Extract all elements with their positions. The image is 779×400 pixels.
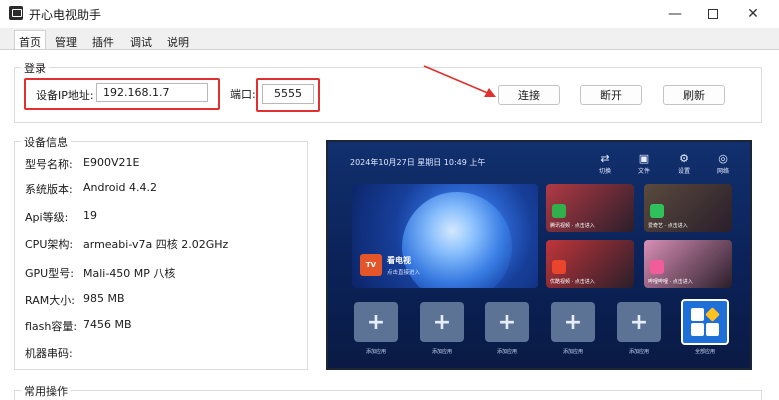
tv-network-item[interactable]: ◎ 网络: [708, 152, 738, 176]
ram-label: RAM大小:: [25, 294, 75, 307]
add-app-button[interactable]: +: [485, 302, 529, 342]
cpu-value: armeabi-v7a 四核 2.02GHz: [83, 238, 229, 251]
port-label: 端口:: [230, 88, 256, 101]
tv-switch-label: 切换: [598, 168, 611, 175]
tv-switch-item[interactable]: ⇄ 切换: [590, 152, 620, 176]
device-info-title: 设备信息: [21, 134, 71, 150]
add-app-caption: 添加应用: [496, 349, 517, 355]
cpu-label: CPU架构:: [25, 238, 74, 251]
device-info-group: [14, 141, 308, 370]
settings-icon: ⚙: [679, 152, 689, 165]
grid-cell: [691, 323, 704, 336]
tv-live-banner[interactable]: TV 看电视 点击直接进入: [352, 184, 538, 288]
gpu-label: GPU型号:: [25, 267, 74, 280]
os-version-value: Android 4.4.2: [83, 181, 158, 194]
tab-home[interactable]: 首页: [14, 30, 46, 51]
model-label: 型号名称:: [25, 158, 73, 171]
tv-app-subtitle: 点击直接进入: [387, 270, 421, 276]
red-arrow-annotation: [423, 65, 496, 97]
flash-label: flash容量:: [25, 320, 78, 333]
add-app-button[interactable]: +: [354, 302, 398, 342]
ram-value: 985 MB: [83, 292, 125, 305]
add-app-caption: 添加应用: [562, 349, 583, 355]
grid-cell: [706, 323, 719, 336]
tv-files-item[interactable]: ▣ 文件: [629, 152, 659, 176]
tab-bar: 首页 管理 插件 调试 说明: [0, 28, 779, 51]
connect-button[interactable]: 连接: [498, 85, 560, 105]
tv-network-label: 网络: [716, 168, 729, 175]
close-button[interactable]: ✕: [730, 0, 776, 28]
common-ops-group: [14, 390, 762, 400]
tile-caption: 爱奇艺 · 点击进入: [648, 223, 688, 229]
window-title: 开心电视助手: [29, 8, 102, 22]
tv-app-icon: [9, 6, 23, 20]
tv-app-tile[interactable]: 爱奇艺 · 点击进入: [644, 184, 732, 232]
maximize-icon: [708, 9, 718, 19]
common-ops-title: 常用操作: [21, 383, 71, 399]
tv-icon: [650, 260, 664, 274]
disconnect-button[interactable]: 断开: [580, 85, 642, 105]
tv-app-tile[interactable]: 腾讯视频 · 点击进入: [546, 184, 634, 232]
model-value: E900V21E: [83, 156, 140, 169]
swap-icon: ⇄: [600, 152, 610, 165]
tv-screen-mirror[interactable]: 2024年10月27日 星期日 10:49 上午 ⇄ 切换 ▣ 文件 ⚙ 设置 …: [326, 140, 752, 370]
tv-app-tile[interactable]: 哔哩哔哩 · 点击进入: [644, 240, 732, 288]
tv-settings-label: 设置: [677, 168, 690, 175]
add-app-caption: 添加应用: [628, 349, 649, 355]
tab-debug[interactable]: 调试: [126, 32, 156, 50]
tile-caption: 哔哩哔哩 · 点击进入: [648, 279, 693, 285]
tab-plugins[interactable]: 插件: [88, 32, 118, 50]
tv-app-icon: TV: [360, 254, 382, 276]
port-input[interactable]: 5555: [262, 84, 314, 104]
grid-cell: [691, 308, 704, 321]
title-bar: 开心电视助手 — ✕: [0, 0, 779, 28]
os-version-label: 系统版本:: [25, 183, 73, 196]
flash-value: 7456 MB: [83, 318, 132, 331]
tv-datetime: 2024年10月27日 星期日 10:49 上午: [350, 158, 486, 167]
add-app-button[interactable]: +: [551, 302, 595, 342]
all-apps-button[interactable]: [681, 299, 729, 345]
tv-app-tile[interactable]: 优酷视频 · 点击进入: [546, 240, 634, 288]
folder-icon: ▣: [638, 152, 650, 165]
tile-caption: 腾讯视频 · 点击进入: [550, 223, 595, 229]
add-app-button[interactable]: +: [617, 302, 661, 342]
play-icon: [552, 204, 566, 218]
tv-files-label: 文件: [637, 168, 650, 175]
play-icon: [552, 260, 566, 274]
add-app-button[interactable]: +: [420, 302, 464, 342]
refresh-button[interactable]: 刷新: [663, 85, 725, 105]
gpu-value: Mali-450 MP 八核: [83, 267, 176, 280]
add-app-caption: 添加应用: [431, 349, 452, 355]
ip-label: 设备IP地址:: [36, 89, 94, 102]
tab-help[interactable]: 说明: [163, 32, 193, 50]
ip-input[interactable]: 192.168.1.7: [96, 83, 208, 102]
serial-label: 机器串码:: [25, 347, 73, 360]
api-level-label: Api等级:: [25, 211, 69, 224]
tile-caption: 优酷视频 · 点击进入: [550, 279, 595, 285]
all-apps-caption: 全部应用: [694, 349, 715, 355]
tab-manage[interactable]: 管理: [51, 32, 81, 50]
grid-cell: [705, 307, 720, 322]
tv-app-name: 看电视: [387, 256, 411, 265]
add-app-caption: 添加应用: [365, 349, 386, 355]
tv-settings-item[interactable]: ⚙ 设置: [669, 152, 699, 176]
login-group-title: 登录: [21, 60, 49, 76]
api-level-value: 19: [83, 209, 97, 222]
camera-icon: [650, 204, 664, 218]
network-icon: ◎: [718, 152, 728, 165]
